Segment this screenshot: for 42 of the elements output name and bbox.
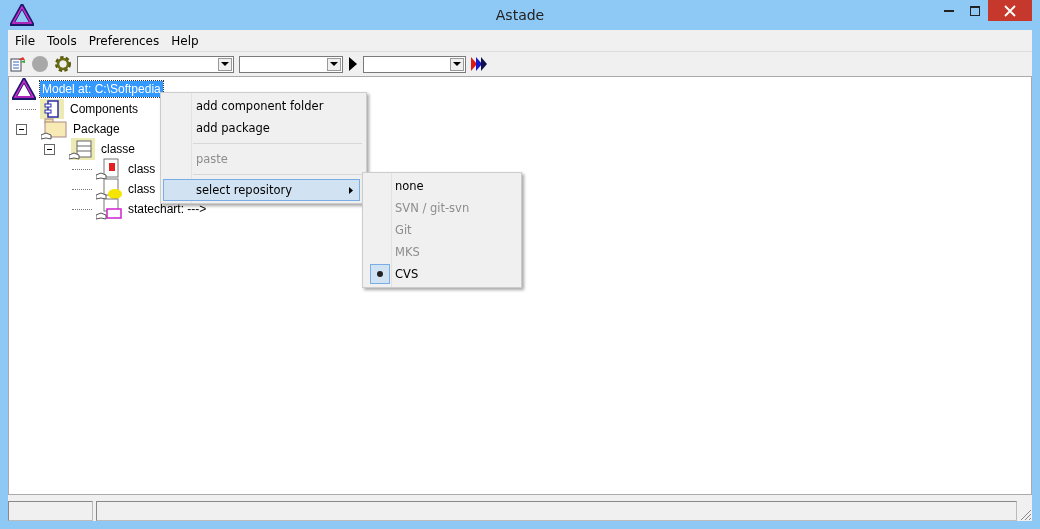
caret-icon [221, 62, 229, 66]
menu-item[interactable]: add package [163, 117, 364, 139]
menu-item[interactable]: CVS [365, 263, 519, 285]
tree-item[interactable]: Components [68, 101, 141, 117]
class-icon [69, 138, 95, 160]
caret-icon [453, 62, 461, 66]
menu-item[interactable]: select repository [163, 179, 360, 201]
fast-forward-icon[interactable] [471, 57, 489, 71]
statechart-icon [96, 198, 122, 220]
play-icon[interactable] [348, 57, 358, 71]
resize-grip-icon[interactable] [1020, 509, 1032, 521]
dropdown-field[interactable] [363, 55, 466, 73]
tree-item[interactable]: class [126, 161, 158, 177]
close-button[interactable] [988, 0, 1032, 21]
maximize-icon [970, 5, 980, 16]
menu-item[interactable]: add component folder [163, 95, 364, 117]
document-icon[interactable] [10, 56, 26, 72]
tree-item[interactable]: classe [99, 141, 137, 157]
tree-item[interactable]: statechart: ---> [126, 201, 209, 217]
triangle-logo-icon [12, 78, 36, 100]
submenu-arrow-icon [349, 186, 353, 194]
dropdown-field[interactable] [77, 55, 234, 73]
component-icon [40, 99, 64, 119]
close-icon [1004, 4, 1016, 17]
tree-item[interactable]: class [126, 181, 158, 197]
menu-item[interactable]: File [9, 33, 42, 48]
hand-class-icon [96, 158, 122, 180]
caret-icon [330, 62, 338, 66]
gear-icon[interactable] [54, 55, 72, 73]
window-title: Astade [494, 7, 546, 23]
minimize-icon [944, 9, 954, 12]
library-class-icon [96, 178, 122, 200]
menu-item[interactable]: Tools [41, 33, 83, 48]
dropdown-field[interactable] [239, 55, 343, 73]
tree-item[interactable]: Package [71, 121, 122, 137]
collapse-toggle[interactable] [16, 123, 27, 135]
menu-item[interactable]: Preferences [82, 33, 166, 48]
menu-item[interactable]: Help [165, 33, 205, 48]
collapse-toggle[interactable] [44, 143, 55, 155]
menu-item[interactable]: none [365, 175, 519, 197]
folder-icon [41, 118, 67, 140]
triangle-logo-icon [10, 4, 34, 26]
